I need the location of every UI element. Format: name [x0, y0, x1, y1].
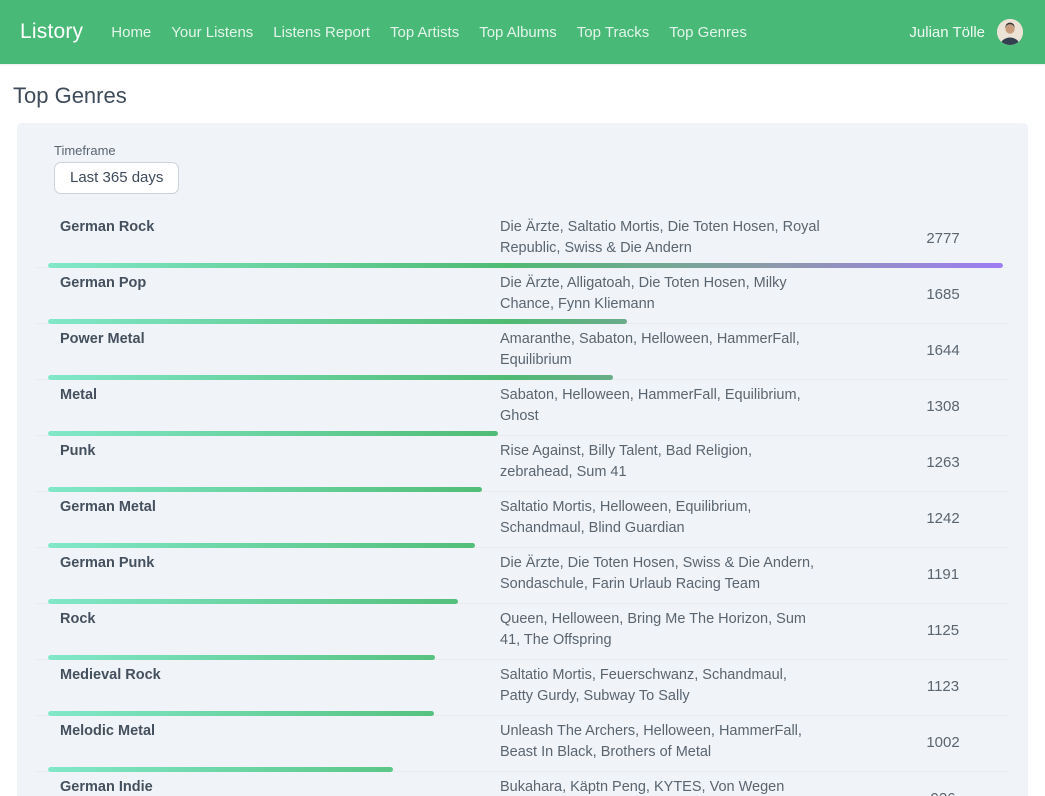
genre-row: Metal Sabaton, Helloween, HammerFall, Eq… — [36, 380, 1009, 436]
genre-artists: Amaranthe, Sabaton, Helloween, HammerFal… — [500, 329, 820, 371]
genre-name: Punk — [60, 441, 500, 462]
nav-item-top-genres[interactable]: Top Genres — [659, 18, 757, 47]
nav-item-your-listens[interactable]: Your Listens — [161, 18, 263, 47]
genre-row: Punk Rise Against, Billy Talent, Bad Rel… — [36, 436, 1009, 492]
genre-row: German Punk Die Ärzte, Die Toten Hosen, … — [36, 548, 1009, 604]
genre-row: German Indie Bukahara, Käptn Peng, KYTES… — [36, 772, 1009, 796]
timeframe-label: Timeframe — [54, 143, 1009, 158]
genre-name: Melodic Metal — [60, 721, 500, 742]
genre-artists: Bukahara, Käptn Peng, KYTES, Von Wegen L… — [500, 777, 820, 796]
nav-item-home[interactable]: Home — [101, 18, 161, 47]
main-nav: Home Your Listens Listens Report Top Art… — [101, 18, 757, 47]
genre-name: German Metal — [60, 497, 500, 518]
genre-name: Rock — [60, 609, 500, 630]
genre-artists: Die Ärzte, Saltatio Mortis, Die Toten Ho… — [500, 217, 820, 259]
nav-item-top-tracks[interactable]: Top Tracks — [567, 18, 660, 47]
genre-row-grid: German Indie Bukahara, Käptn Peng, KYTES… — [36, 777, 1009, 796]
genre-name: German Rock — [60, 217, 500, 238]
genre-count: 1644 — [877, 342, 1009, 359]
genre-artists: Queen, Helloween, Bring Me The Horizon, … — [500, 609, 820, 651]
genre-count: 2777 — [877, 230, 1009, 247]
user-avatar[interactable] — [997, 19, 1023, 45]
genre-count: 1242 — [877, 510, 1009, 527]
page-main: Top Genres Timeframe Last 365 days Germa… — [0, 64, 1045, 796]
genre-row-grid: German Rock Die Ärzte, Saltatio Mortis, … — [36, 217, 1009, 259]
genre-artists: Die Ärzte, Die Toten Hosen, Swiss & Die … — [500, 553, 820, 595]
genre-count: 1263 — [877, 454, 1009, 471]
nav-item-listens-report[interactable]: Listens Report — [263, 18, 380, 47]
genre-row: Medieval Rock Saltatio Mortis, Feuerschw… — [36, 660, 1009, 716]
genre-count: 1123 — [877, 678, 1009, 695]
genre-name: German Punk — [60, 553, 500, 574]
timeframe-group: Timeframe Last 365 days — [54, 143, 1009, 194]
app-header: Listory Home Your Listens Listens Report… — [0, 0, 1045, 64]
genre-row-grid: Metal Sabaton, Helloween, HammerFall, Eq… — [36, 385, 1009, 427]
genre-name: German Pop — [60, 273, 500, 294]
genre-name: Power Metal — [60, 329, 500, 350]
genre-artists: Rise Against, Billy Talent, Bad Religion… — [500, 441, 820, 483]
top-genres-card: Timeframe Last 365 days German Rock Die … — [17, 123, 1028, 796]
timeframe-select[interactable]: Last 365 days — [54, 162, 179, 194]
genre-row-grid: Rock Queen, Helloween, Bring Me The Hori… — [36, 609, 1009, 651]
genre-row-grid: Power Metal Amaranthe, Sabaton, Hellowee… — [36, 329, 1009, 371]
genre-row-grid: German Metal Saltatio Mortis, Helloween,… — [36, 497, 1009, 539]
genre-artists: Saltatio Mortis, Helloween, Equilibrium,… — [500, 497, 820, 539]
genre-row: German Rock Die Ärzte, Saltatio Mortis, … — [36, 212, 1009, 268]
genre-artists: Saltatio Mortis, Feuerschwanz, Schandmau… — [500, 665, 820, 707]
genre-count: 1191 — [877, 566, 1009, 583]
avatar-photo-icon — [997, 19, 1023, 45]
nav-item-top-albums[interactable]: Top Albums — [469, 18, 567, 47]
nav-item-top-artists[interactable]: Top Artists — [380, 18, 469, 47]
genre-row-grid: Punk Rise Against, Billy Talent, Bad Rel… — [36, 441, 1009, 483]
genre-count: 1685 — [877, 286, 1009, 303]
genre-row-grid: Melodic Metal Unleash The Archers, Hello… — [36, 721, 1009, 763]
genre-row: Rock Queen, Helloween, Bring Me The Hori… — [36, 604, 1009, 660]
brand-logo[interactable]: Listory — [20, 20, 83, 44]
genre-row-grid: Medieval Rock Saltatio Mortis, Feuerschw… — [36, 665, 1009, 707]
genre-row: German Metal Saltatio Mortis, Helloween,… — [36, 492, 1009, 548]
genre-row: German Pop Die Ärzte, Alligatoah, Die To… — [36, 268, 1009, 324]
genre-artists: Sabaton, Helloween, HammerFall, Equilibr… — [500, 385, 820, 427]
genre-row: Melodic Metal Unleash The Archers, Hello… — [36, 716, 1009, 772]
genre-row-grid: German Pop Die Ärzte, Alligatoah, Die To… — [36, 273, 1009, 315]
genre-artists: Unleash The Archers, Helloween, HammerFa… — [500, 721, 820, 763]
genre-row-grid: German Punk Die Ärzte, Die Toten Hosen, … — [36, 553, 1009, 595]
genre-count: 1125 — [877, 622, 1009, 639]
genre-list: German Rock Die Ärzte, Saltatio Mortis, … — [36, 212, 1009, 796]
genre-row: Power Metal Amaranthe, Sabaton, Hellowee… — [36, 324, 1009, 380]
genre-artists: Die Ärzte, Alligatoah, Die Toten Hosen, … — [500, 273, 820, 315]
genre-count: 1002 — [877, 734, 1009, 751]
genre-count: 926 — [877, 790, 1009, 796]
user-menu[interactable]: Julian Tölle — [909, 19, 1023, 45]
user-name: Julian Tölle — [909, 24, 985, 41]
genre-name: Medieval Rock — [60, 665, 500, 686]
genre-count: 1308 — [877, 398, 1009, 415]
genre-name: German Indie — [60, 777, 500, 796]
page-title: Top Genres — [13, 83, 1045, 109]
genre-name: Metal — [60, 385, 500, 406]
